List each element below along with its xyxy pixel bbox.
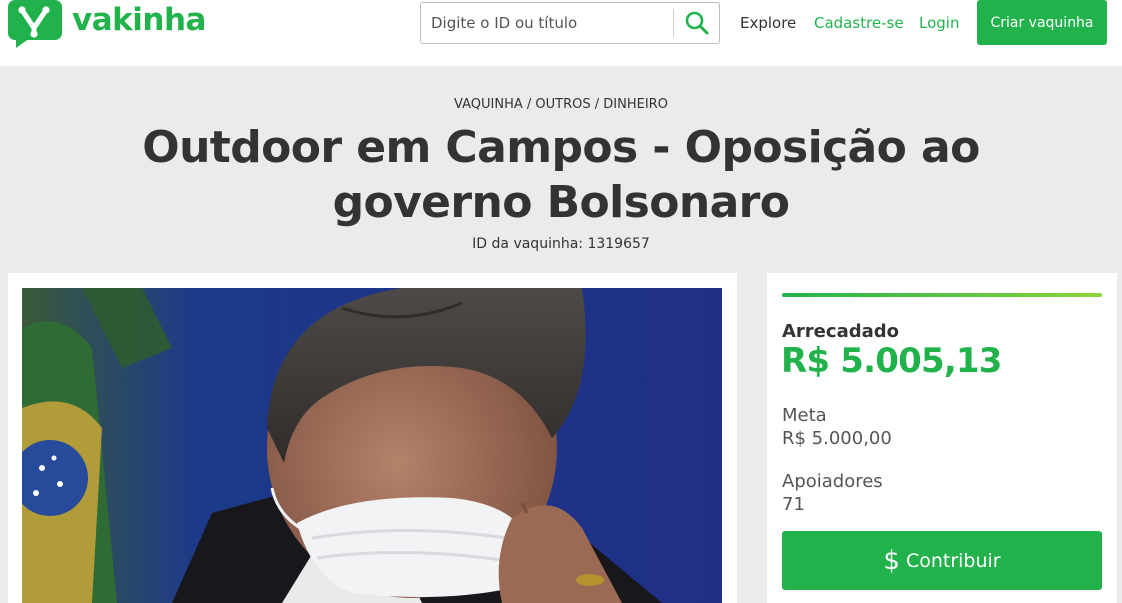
vakinha-logo[interactable]: vakinha [6, 0, 206, 48]
search-input[interactable] [421, 3, 673, 43]
funding-progress-fill [782, 293, 1102, 297]
logo-mark-icon [6, 0, 66, 48]
breadcrumb-subcategory[interactable]: DINHEIRO [603, 97, 668, 112]
contribute-label: Contribuir [905, 549, 1001, 572]
contribute-button[interactable]: $ Contribuir [782, 531, 1102, 590]
breadcrumb-root[interactable]: VAQUINHA [454, 97, 523, 112]
site-header: vakinha Explore Cadastre-se Login Criar … [0, 0, 1122, 66]
goal-label: Meta [782, 405, 827, 426]
funding-progress-bar [782, 293, 1102, 297]
nav-explore-link[interactable]: Explore [740, 14, 796, 32]
search-button[interactable] [674, 3, 720, 43]
campaign-media-card [8, 273, 737, 603]
breadcrumb-category[interactable]: OUTROS [535, 97, 590, 112]
goal-amount: R$ 5.000,00 [782, 428, 892, 449]
raised-label: Arrecadado [782, 321, 899, 342]
campaign-photo[interactable] [22, 288, 722, 603]
campaign-id: ID da vaquinha: 1319657 [472, 236, 650, 252]
raised-amount: R$ 5.005,13 [781, 341, 1002, 381]
search-box [420, 2, 720, 44]
campaign-title: Outdoor em Campos - Oposição ao governo … [142, 122, 980, 228]
breadcrumb: VAQUINHA / OUTROS / DINHEIRO [0, 97, 1122, 112]
nav-signup-link[interactable]: Cadastre-se [814, 14, 904, 32]
breadcrumb-separator: / [590, 97, 604, 112]
backers-label: Apoiadores [782, 471, 883, 492]
create-vaquinha-button[interactable]: Criar vaquinha [977, 0, 1107, 45]
brand-name: vakinha [72, 2, 206, 38]
nav-login-link[interactable]: Login [919, 14, 959, 32]
breadcrumb-separator: / [522, 97, 536, 112]
backers-count: 71 [782, 494, 805, 515]
campaign-stats-card: Arrecadado R$ 5.005,13 Meta R$ 5.000,00 … [767, 273, 1117, 603]
search-icon [685, 11, 709, 35]
dollar-icon: $ [883, 545, 900, 576]
